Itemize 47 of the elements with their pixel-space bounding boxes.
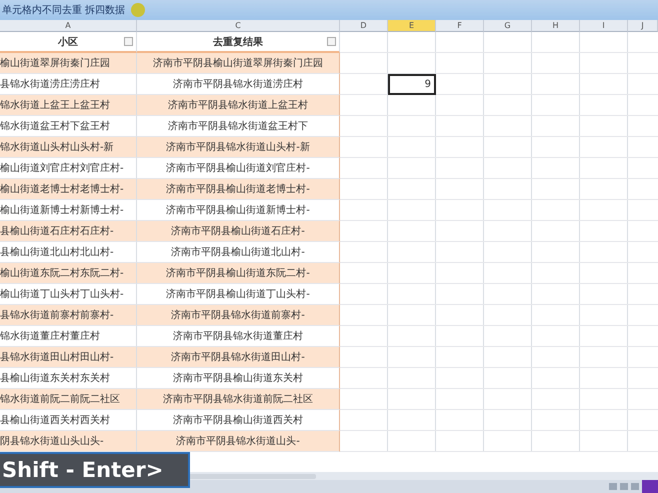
table-cell: 县榆山街道石庄村石庄村- bbox=[0, 221, 137, 242]
table-cell: 县锦水街道田山村田山村- bbox=[0, 347, 137, 368]
table-cell: 济南市平阴县榆山街道东阮二村- bbox=[137, 263, 340, 284]
column-header[interactable]: A bbox=[0, 20, 137, 32]
logo-icon bbox=[642, 480, 658, 493]
table-cell: 县榆山街道北山村北山村- bbox=[0, 242, 137, 263]
table-cell: 榆山街道翠屏街秦门庄园 bbox=[0, 53, 137, 74]
table-cell: 锦水街道上盆王上盆王村 bbox=[0, 95, 137, 116]
table-cell: 县锦水街道前寨村前寨村- bbox=[0, 305, 137, 326]
table-cell: 济南市平阴县锦水街道田山村- bbox=[137, 347, 340, 368]
table-cell: 锦水街道前阮二前阮二社区 bbox=[0, 389, 137, 410]
table-cell: 榆山街道东阮二村东阮二村- bbox=[0, 263, 137, 284]
table-cell: 阴县锦水街道山头山头- bbox=[0, 431, 137, 452]
column-header[interactable]: D bbox=[340, 20, 388, 32]
column-header[interactable]: F bbox=[436, 20, 484, 32]
keystroke-overlay: Shift - Enter> bbox=[0, 452, 190, 488]
table-cell: 济南市平阴县锦水街道前阮二社区 bbox=[137, 389, 340, 410]
table-cell: 济南市平阴县锦水街道山头- bbox=[137, 431, 340, 452]
table-cell: 济南市平阴县锦水街道山头村-新 bbox=[137, 137, 340, 158]
window-title: 单元格内不同去重 拆四数据 bbox=[2, 4, 126, 17]
column-header[interactable]: C bbox=[137, 20, 340, 32]
column-header[interactable]: J bbox=[628, 20, 658, 32]
table-cell: 榆山街道刘官庄村刘官庄村- bbox=[0, 158, 137, 179]
table-cell: 济南市平阴县锦水街道上盆王村 bbox=[137, 95, 340, 116]
quick-access-icon[interactable] bbox=[131, 3, 146, 17]
table-cell: 锦水街道董庄村董庄村 bbox=[0, 326, 137, 347]
table-cell: 榆山街道新博士村新博士村- bbox=[0, 200, 137, 221]
table-cell: 济南市平阴县榆山街道老博士村- bbox=[137, 179, 340, 200]
column-header[interactable]: G bbox=[484, 20, 532, 32]
table-cell: 济南市平阴县榆山街道翠屏街秦门庄园 bbox=[137, 53, 340, 74]
table-cell[interactable]: 9 bbox=[388, 74, 436, 95]
table-cell: 济南市平阴县锦水街道前寨村- bbox=[137, 305, 340, 326]
table-cell: 锦水街道山头村山头村-新 bbox=[0, 137, 137, 158]
table-cell: 县锦水街道涝庄涝庄村 bbox=[0, 74, 137, 95]
table-cell: 县榆山街道东关村东关村 bbox=[0, 368, 137, 389]
filter-icon[interactable] bbox=[327, 37, 336, 46]
column-header[interactable]: H bbox=[532, 20, 580, 32]
table-cell: 榆山街道老博士村老博士村- bbox=[0, 179, 137, 200]
table-cell: 济南市平阴县榆山街道石庄村- bbox=[137, 221, 340, 242]
table-cell: 榆山街道丁山头村丁山头村- bbox=[0, 284, 137, 305]
column-header[interactable]: I bbox=[580, 20, 628, 32]
table-header: 去重复结果 bbox=[137, 32, 340, 53]
filter-icon[interactable] bbox=[124, 37, 133, 46]
table-cell: 锦水街道盆王村下盆王村 bbox=[0, 116, 137, 137]
table-header: 小区 bbox=[0, 32, 137, 53]
column-header[interactable]: E bbox=[388, 20, 436, 32]
table-cell: 县榆山街道西关村西关村 bbox=[0, 410, 137, 431]
